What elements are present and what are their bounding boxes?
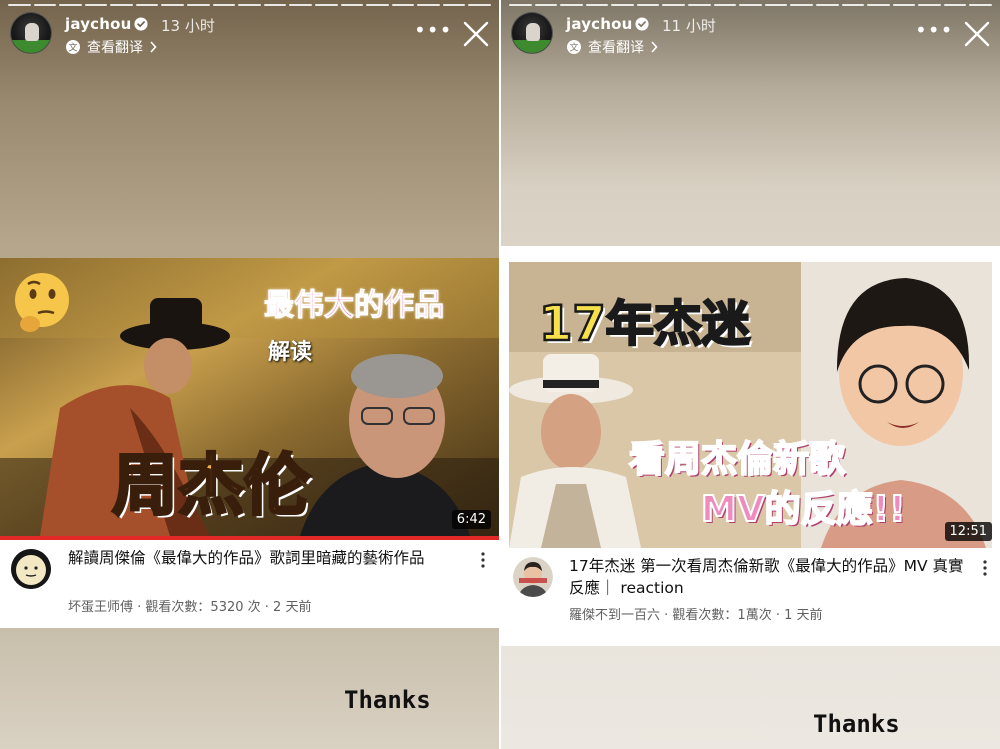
channel-name[interactable]: 羅傑不到一百六 bbox=[569, 608, 660, 623]
thumbnail-overlay-subtitle: 解读 bbox=[268, 340, 313, 365]
view-count: 觀看次數：5320 次 bbox=[145, 600, 261, 615]
kebab-menu-icon[interactable] bbox=[982, 559, 988, 577]
post-time: 11 小时 bbox=[662, 17, 716, 35]
upload-age: 1 天前 bbox=[784, 608, 823, 623]
translate-icon: 文 bbox=[567, 40, 581, 54]
username[interactable]: jaychou bbox=[566, 15, 633, 33]
more-options-icon[interactable]: ••• bbox=[915, 20, 953, 40]
see-translation-link[interactable]: 文 查看翻译 bbox=[566, 37, 658, 57]
video-duration: 12:51 bbox=[944, 522, 992, 541]
video-title[interactable]: 解讀周傑倫《最偉大的作品》歌詞里暗藏的藝術作品 bbox=[68, 547, 460, 569]
post-time: 13 小时 bbox=[161, 17, 215, 35]
channel-name[interactable]: 坏蛋王师傅 bbox=[68, 600, 133, 615]
upload-age: 2 天前 bbox=[273, 600, 312, 615]
thumbnail-overlay-name: 周杰伦 bbox=[111, 446, 312, 526]
verified-badge-icon bbox=[134, 17, 148, 31]
svg-text:文: 文 bbox=[569, 42, 578, 54]
video-title[interactable]: 17年杰迷 第一次看周杰倫新歌《最偉大的作品》MV 真實反應｜ reaction bbox=[569, 555, 964, 599]
story-header: jaychou 11 小时 文 查看翻译 ••• bbox=[511, 12, 990, 56]
thumbnail-overlay-bottom: MV的反應!! bbox=[700, 488, 907, 531]
video-thumbnail[interactable]: 最伟大的作品 解读 周杰伦 6:42 bbox=[0, 258, 499, 536]
video-thumbnail[interactable]: 17年杰迷 看周杰倫新歌 MV的反應!! 12:51 bbox=[501, 262, 1000, 548]
story-progress-bar bbox=[8, 4, 491, 7]
story-caption: Thanks bbox=[813, 710, 900, 738]
video-meta: 羅傑不到一百六 · 觀看次數：1萬次 · 1 天前 bbox=[569, 608, 823, 623]
more-options-icon[interactable]: ••• bbox=[414, 20, 452, 40]
thumbnail-overlay-top: 17年杰迷 bbox=[538, 295, 751, 354]
story-header: jaychou 13 小时 文 查看翻译 ••• bbox=[10, 12, 489, 56]
kebab-menu-icon[interactable] bbox=[480, 551, 486, 569]
video-duration: 6:42 bbox=[451, 510, 491, 529]
watch-progress-bar bbox=[0, 536, 499, 540]
chevron-right-icon bbox=[651, 41, 658, 53]
story-panel-left: jaychou 13 小时 文 查看翻译 ••• 最伟大的作品 解读 周杰伦 6… bbox=[0, 0, 499, 749]
youtube-video-card[interactable]: 17年杰迷 看周杰倫新歌 MV的反應!! 12:51 17年杰迷 第一次看周杰倫… bbox=[501, 246, 1000, 646]
translate-icon: 文 bbox=[66, 40, 80, 54]
story-caption: Thanks bbox=[344, 686, 431, 714]
see-translation-label: 查看翻译 bbox=[588, 40, 644, 56]
channel-avatar[interactable] bbox=[11, 549, 51, 589]
see-translation-label: 查看翻译 bbox=[87, 40, 143, 56]
close-icon[interactable] bbox=[963, 20, 991, 48]
see-translation-link[interactable]: 文 查看翻译 bbox=[65, 37, 157, 57]
thumbnail-overlay-title: 最伟大的作品 bbox=[264, 288, 445, 324]
svg-text:文: 文 bbox=[68, 42, 77, 54]
thumbnail-overlay-middle: 看周杰倫新歌 bbox=[628, 438, 846, 481]
username[interactable]: jaychou bbox=[65, 15, 132, 33]
video-meta: 坏蛋王师傅 · 觀看次數：5320 次 · 2 天前 bbox=[68, 600, 312, 615]
channel-avatar[interactable] bbox=[513, 557, 553, 597]
chevron-right-icon bbox=[150, 41, 157, 53]
verified-badge-icon bbox=[635, 17, 649, 31]
youtube-video-card[interactable]: 最伟大的作品 解读 周杰伦 6:42 解讀周傑倫《最偉大的作品》歌詞里暗藏的藝術… bbox=[0, 258, 499, 628]
story-panel-right: jaychou 11 小时 文 查看翻译 ••• 17年杰迷 看周杰倫新歌 MV… bbox=[501, 0, 1000, 749]
close-icon[interactable] bbox=[462, 20, 490, 48]
view-count: 觀看次數：1萬次 bbox=[672, 608, 772, 623]
story-progress-bar bbox=[509, 4, 992, 7]
profile-avatar[interactable] bbox=[511, 12, 553, 54]
profile-avatar[interactable] bbox=[10, 12, 52, 54]
